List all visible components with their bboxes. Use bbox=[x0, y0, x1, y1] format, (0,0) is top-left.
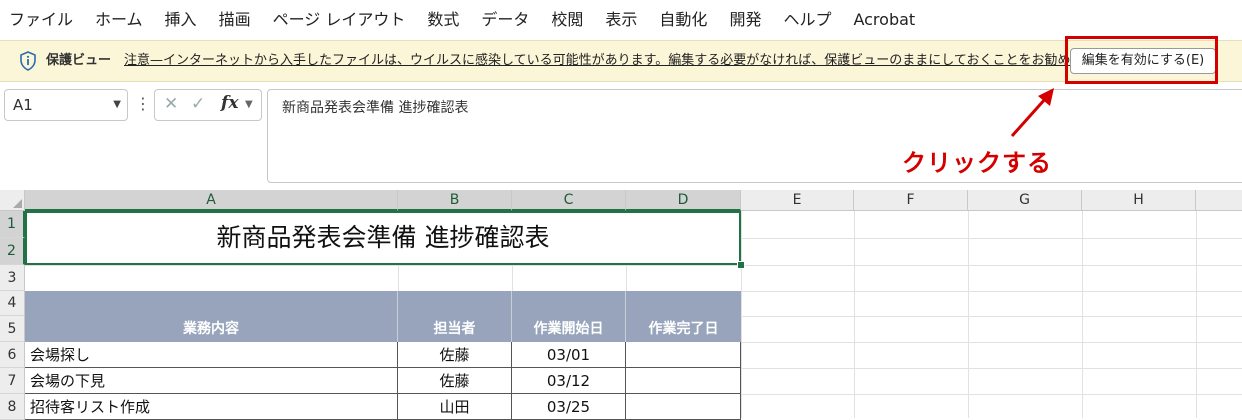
menu-acrobat[interactable]: Acrobat bbox=[842, 0, 926, 40]
shield-info-icon bbox=[20, 51, 36, 71]
name-box-value: A1 bbox=[13, 96, 33, 114]
row-header-1[interactable]: 1 bbox=[0, 211, 25, 238]
check-icon[interactable]: ✓ bbox=[191, 94, 205, 114]
column-header-f[interactable]: F bbox=[854, 190, 968, 211]
table-cell[interactable] bbox=[626, 368, 741, 394]
column-header-d[interactable]: D bbox=[626, 190, 741, 211]
column-header-g[interactable]: G bbox=[968, 190, 1082, 211]
table-cell[interactable]: 山田 bbox=[398, 394, 512, 420]
column-header-h[interactable]: H bbox=[1082, 190, 1196, 211]
enable-editing-button[interactable]: 編集を有効にする(E) bbox=[1070, 48, 1216, 74]
table-cell[interactable]: 会場の下見 bbox=[25, 368, 398, 394]
menu-review[interactable]: 校閲 bbox=[540, 0, 594, 40]
row-header-8[interactable]: 8 bbox=[0, 394, 25, 420]
ribbon-menu-bar: ファイル ホーム 挿入 描画 ページ レイアウト 数式 データ 校閲 表示 自動… bbox=[0, 0, 1242, 40]
formula-input[interactable]: 新商品発表会準備 進捗確認表 bbox=[267, 89, 1242, 183]
row-header-5[interactable]: 5 bbox=[0, 316, 25, 342]
table-cell[interactable]: 03/25 bbox=[512, 394, 626, 420]
row-header-6[interactable]: 6 bbox=[0, 342, 25, 368]
formula-content: 新商品発表会準備 進捗確認表 bbox=[282, 100, 469, 116]
table-cell[interactable]: 03/01 bbox=[512, 342, 626, 368]
menu-developer[interactable]: 開発 bbox=[718, 0, 772, 40]
table-cell[interactable]: 佐藤 bbox=[398, 342, 512, 368]
protected-view-title: 保護ビュー bbox=[46, 53, 112, 68]
menu-view[interactable]: 表示 bbox=[594, 0, 648, 40]
fill-handle[interactable] bbox=[737, 261, 745, 269]
table-cell[interactable]: 佐藤 bbox=[398, 368, 512, 394]
header-cell-task[interactable]: 業務内容 bbox=[25, 291, 398, 342]
table-cell[interactable] bbox=[626, 394, 741, 420]
menu-draw[interactable]: 描画 bbox=[208, 0, 262, 40]
column-header-c[interactable]: C bbox=[512, 190, 626, 211]
header-cell-start-date[interactable]: 作業開始日 bbox=[512, 291, 626, 342]
title-cell[interactable]: 新商品発表会準備 進捗確認表 bbox=[25, 211, 741, 265]
column-header-partial[interactable] bbox=[1196, 190, 1242, 211]
table-cell[interactable] bbox=[626, 342, 741, 368]
insert-function-icon[interactable]: fx bbox=[221, 93, 238, 113]
menu-data[interactable]: データ bbox=[470, 0, 540, 40]
row-header-4[interactable]: 4 bbox=[0, 291, 25, 316]
row-header-7[interactable]: 7 bbox=[0, 368, 25, 394]
table-cell[interactable]: 03/12 bbox=[512, 368, 626, 394]
row-header-2[interactable]: 2 bbox=[0, 238, 25, 265]
column-header-b[interactable]: B bbox=[398, 190, 512, 211]
chevron-down-icon[interactable]: ▼ bbox=[113, 99, 121, 110]
menu-page-layout[interactable]: ページ レイアウト bbox=[262, 0, 417, 40]
chevron-down-icon[interactable]: ▼ bbox=[245, 99, 253, 110]
column-header-a[interactable]: A bbox=[25, 190, 398, 211]
menu-automate[interactable]: 自動化 bbox=[648, 0, 718, 40]
more-options-icon[interactable]: ⋮ bbox=[135, 93, 151, 115]
table-cell[interactable]: 招待客リスト作成 bbox=[25, 394, 398, 420]
formula-tools: ✕ ✓ fx ▼ bbox=[154, 89, 262, 121]
menu-home[interactable]: ホーム bbox=[84, 0, 154, 40]
protected-view-bar: 保護ビュー 注意—インターネットから入手したファイルは、ウイルスに感染している可… bbox=[0, 40, 1242, 82]
select-all-button[interactable] bbox=[0, 190, 25, 211]
menu-formulas[interactable]: 数式 bbox=[416, 0, 470, 40]
menu-insert[interactable]: 挿入 bbox=[154, 0, 208, 40]
protected-view-message[interactable]: 注意—インターネットから入手したファイルは、ウイルスに感染している可能性がありま… bbox=[124, 51, 1121, 71]
annotation-arrow-icon bbox=[1010, 88, 1054, 138]
row-header-3[interactable]: 3 bbox=[0, 265, 25, 291]
worksheet-grid: A B C D E F G H 1 2 3 4 5 6 7 8 新商品発表会準備… bbox=[0, 190, 1242, 420]
name-box[interactable]: A1 ▼ bbox=[4, 89, 128, 121]
menu-help[interactable]: ヘルプ bbox=[772, 0, 842, 40]
menu-file[interactable]: ファイル bbox=[0, 0, 84, 40]
header-cell-owner[interactable]: 担当者 bbox=[398, 291, 512, 342]
cell-area[interactable]: 新商品発表会準備 進捗確認表 業務内容 担当者 作業開始日 作業完了日 会場探し… bbox=[25, 211, 1242, 420]
header-cell-end-date[interactable]: 作業完了日 bbox=[626, 291, 741, 342]
table-cell[interactable]: 会場探し bbox=[25, 342, 398, 368]
column-header-e[interactable]: E bbox=[741, 190, 854, 211]
annotation-label: クリックする bbox=[902, 149, 1052, 177]
cancel-icon[interactable]: ✕ bbox=[164, 94, 178, 114]
